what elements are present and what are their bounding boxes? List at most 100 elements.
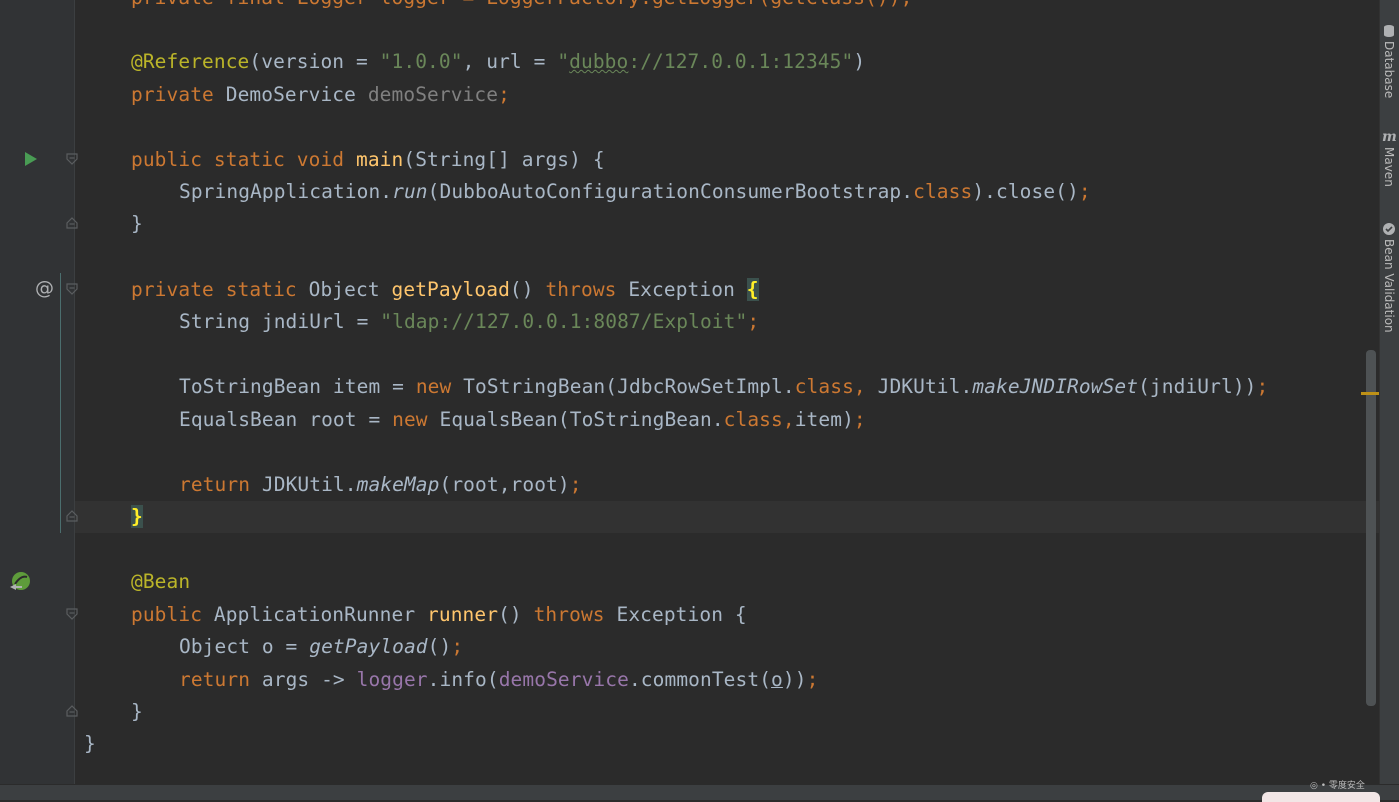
code-line-return-lambda[interactable]: return args -> logger.info(demoService.c… (179, 664, 818, 696)
fold-open-icon[interactable] (66, 608, 78, 620)
code-line-close-brace[interactable]: } (131, 696, 143, 728)
token: ; (853, 408, 866, 431)
maven-icon: m (1382, 129, 1397, 145)
method-call: getPayload (309, 635, 428, 658)
method-name: main (356, 148, 404, 171)
tool-tab-maven[interactable]: m Maven (1380, 130, 1398, 187)
code-line-demoservice[interactable]: private DemoService demoService; (131, 79, 510, 111)
type: Object (308, 278, 380, 301)
code-line-getpayload[interactable]: private static Object getPayload() throw… (131, 274, 759, 306)
keyword: new (415, 375, 452, 398)
token: EqualsBean root = (179, 408, 393, 431)
static-call: makeJNDIRowSet (972, 375, 1139, 398)
code-line-bean[interactable]: @Bean (131, 566, 190, 598)
code-line-close-brace-current[interactable]: } (131, 501, 143, 533)
code-line-runner[interactable]: public ApplicationRunner runner() throws… (131, 599, 747, 631)
status-bar (0, 784, 1399, 800)
token: EqualsBean(ToStringBean. (427, 408, 724, 431)
field-ref: logger (356, 668, 428, 691)
code-line-equalsbean[interactable]: EqualsBean root = new EqualsBean(ToStrin… (179, 404, 866, 436)
static-call: makeMap (356, 473, 440, 496)
keyword: return (179, 473, 251, 496)
string-literal: " (557, 50, 570, 73)
tool-tab-database[interactable]: Database (1380, 24, 1398, 98)
notification-badge[interactable] (1262, 792, 1380, 802)
code-line-run[interactable]: SpringApplication.run(DubboAutoConfigura… (179, 176, 1091, 208)
tool-tab-label: Bean Validation (1382, 239, 1396, 333)
token: ; (451, 635, 464, 658)
code-line-tostringbean[interactable]: ToStringBean item = new ToStringBean(Jdb… (179, 371, 1268, 403)
keyword: class (913, 180, 973, 203)
warning-stripe-marker[interactable] (1361, 392, 1379, 395)
code-line-class-close[interactable]: } (84, 728, 96, 760)
code-line-object-o[interactable]: Object o = getPayload(); (179, 631, 463, 663)
code-line-logger[interactable]: private final Logger logger = LoggerFact… (131, 0, 912, 14)
run-icon[interactable] (24, 151, 38, 171)
unused-field: demoService (367, 83, 499, 106)
token: , (782, 408, 795, 431)
token: ; (569, 473, 582, 496)
override-at-icon[interactable]: @ (35, 277, 54, 299)
type: Exception { (616, 603, 747, 626)
tool-tab-bean-validation[interactable]: Bean Validation (1380, 222, 1398, 333)
keyword: private (131, 83, 214, 106)
keyword: class (794, 375, 854, 398)
keyword: private (131, 278, 214, 301)
field-ref: demoService (498, 668, 629, 691)
method-scope-indicator (60, 273, 61, 533)
static-call: run (392, 180, 428, 203)
token: (DubboAutoConfigurationConsumerBootstrap… (427, 180, 914, 203)
vertical-scrollbar[interactable] (1366, 350, 1376, 706)
keyword: throws (533, 603, 605, 626)
right-tool-strip (1379, 0, 1399, 784)
keyword: static (225, 278, 297, 301)
fold-close-icon[interactable] (66, 705, 78, 717)
token: Object o = (179, 635, 310, 658)
keyword: class (723, 408, 783, 431)
token: )) (782, 668, 807, 691)
method-name: runner (427, 603, 499, 626)
token: .info( (427, 668, 499, 691)
code-line-reference[interactable]: @Reference(version = "1.0.0", url = "dub… (131, 46, 865, 78)
spring-bean-icon[interactable] (9, 571, 31, 597)
fold-open-icon[interactable] (66, 153, 78, 165)
keyword: throws (545, 278, 617, 301)
fold-close-icon[interactable] (66, 217, 78, 229)
fold-close-icon[interactable] (66, 510, 78, 522)
token: (jndiUrl)) (1138, 375, 1257, 398)
tool-tab-label: Maven (1382, 147, 1396, 187)
token: (root,root) (439, 473, 570, 496)
annotation: @Reference (131, 50, 250, 73)
token: version (261, 50, 345, 73)
brace: } (131, 700, 143, 723)
type: Exception (628, 278, 735, 301)
keyword: static (213, 148, 285, 171)
gutter-divider (74, 0, 75, 784)
tool-tab-label: Database (1382, 41, 1396, 99)
token: .commonTest( (628, 668, 772, 691)
code-line-close-brace[interactable]: } (131, 208, 143, 240)
token: ToStringBean(JdbcRowSetImpl. (451, 375, 795, 398)
annotation: @Bean (131, 570, 191, 593)
fold-open-icon[interactable] (66, 283, 78, 295)
token: () (427, 635, 452, 658)
string-literal: "1.0.0" (379, 50, 463, 73)
token: ; (1256, 375, 1269, 398)
token: ; (806, 668, 819, 691)
watermark: ◎ • 零度安全 (1310, 781, 1365, 791)
code-line-return-map[interactable]: return JDKUtil.makeMap(root,root); (179, 469, 582, 501)
string-literal-warning: dubbo (569, 50, 629, 73)
token: item) (794, 408, 854, 431)
brace: } (84, 732, 96, 755)
type: ApplicationRunner (213, 603, 416, 626)
keyword: public (131, 603, 203, 626)
token: SpringApplication. (179, 180, 393, 203)
method-name: getPayload (391, 278, 510, 301)
variable-ref: o (771, 668, 783, 691)
code-line-main[interactable]: public static void main(String[] args) { (131, 144, 605, 176)
token: JDKUtil. (865, 375, 973, 398)
token: url (486, 50, 522, 73)
current-line-highlight (75, 501, 1379, 533)
code-line-jndiurl[interactable]: String jndiUrl = "ldap://127.0.0.1:8087/… (179, 306, 759, 338)
type: DemoService (225, 83, 356, 106)
